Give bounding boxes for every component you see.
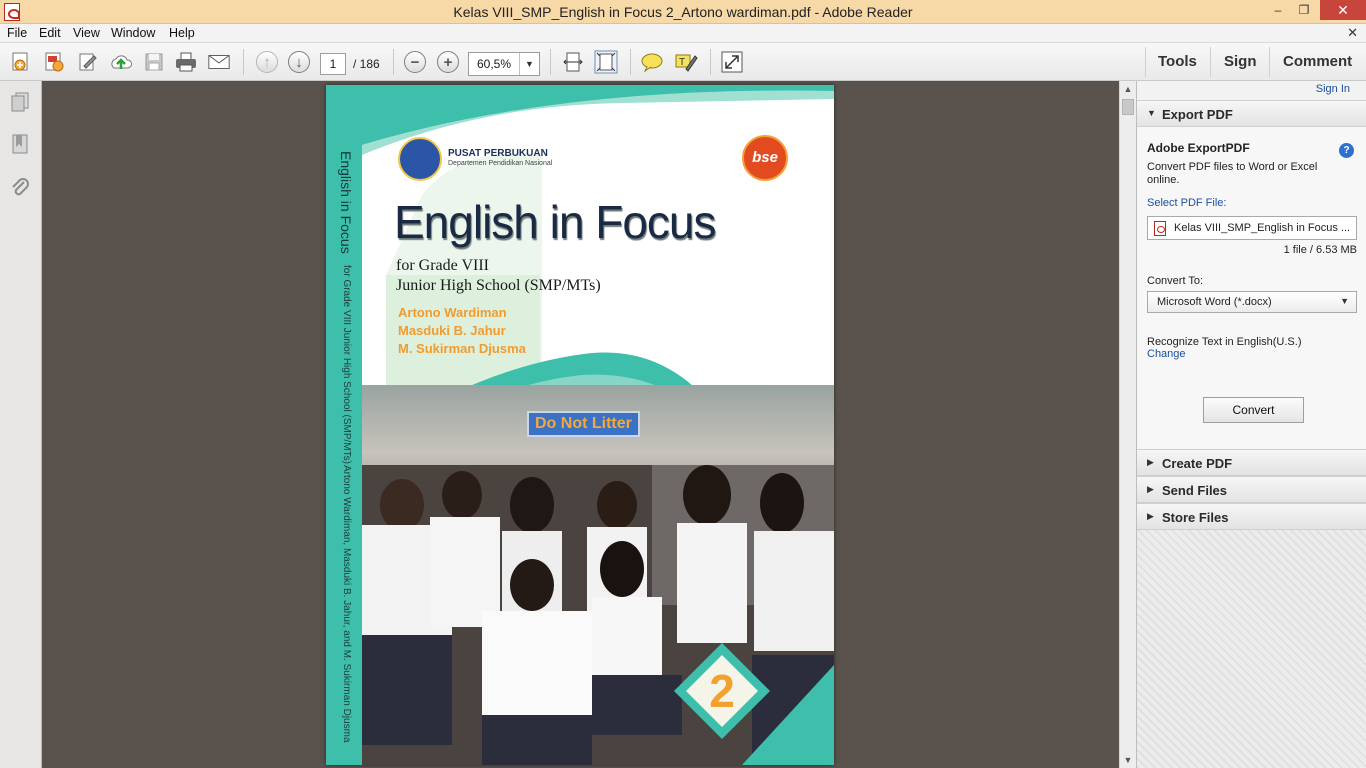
- window-title: Kelas VIII_SMP_English in Focus 2_Artono…: [453, 4, 913, 20]
- fit-page-icon[interactable]: [594, 50, 618, 74]
- change-language-link[interactable]: Change: [1147, 348, 1186, 360]
- selected-pdf-file[interactable]: Kelas VIII_SMP_English in Focus ...: [1147, 216, 1357, 240]
- fit-width-icon[interactable]: [561, 51, 585, 73]
- do-not-litter-sign: Do Not Litter: [527, 411, 640, 437]
- convert-to-select[interactable]: Microsoft Word (*.docx) ▼: [1147, 291, 1357, 313]
- send-files-header[interactable]: ▶ Send Files: [1137, 476, 1366, 503]
- export-description-line1: Convert PDF files to Word or Excel: [1147, 161, 1318, 173]
- collapse-triangle-icon: ▼: [1147, 108, 1156, 118]
- selected-file-name: Kelas VIII_SMP_English in Focus ...: [1174, 222, 1351, 234]
- next-page-icon[interactable]: ↓: [287, 51, 311, 73]
- create-pdf-icon[interactable]: [9, 51, 33, 73]
- create-pdf-label: Create PDF: [1162, 456, 1233, 471]
- scroll-thumb[interactable]: [1122, 99, 1134, 115]
- menu-help[interactable]: Help: [169, 26, 195, 40]
- close-document-icon[interactable]: ✕: [1347, 25, 1358, 41]
- cover-author-3: M. Sukirman Djusma: [398, 341, 526, 356]
- menu-window[interactable]: Window: [111, 26, 155, 40]
- cover-author-2: Masduki B. Jahur: [398, 323, 506, 338]
- convert-button[interactable]: Convert: [1203, 397, 1304, 423]
- email-icon[interactable]: [207, 51, 231, 73]
- title-bar: Kelas VIII_SMP_English in Focus 2_Artono…: [0, 0, 1366, 24]
- sign-button[interactable]: Sign: [1224, 53, 1257, 70]
- menu-view[interactable]: View: [73, 26, 100, 40]
- page-total: / 186: [353, 57, 380, 71]
- save-icon[interactable]: [142, 51, 166, 73]
- edit-icon[interactable]: [76, 51, 100, 73]
- chevron-down-icon: ▼: [1340, 296, 1349, 306]
- menu-file[interactable]: File: [7, 26, 27, 40]
- tut-wuri-handayani-logo: [398, 137, 442, 181]
- select-pdf-label: Select PDF File:: [1147, 197, 1227, 209]
- export-pdf-label: Export PDF: [1162, 107, 1233, 122]
- store-files-header[interactable]: ▶ Store Files: [1137, 503, 1366, 530]
- vertical-scrollbar[interactable]: ▲ ▼: [1119, 81, 1136, 768]
- pdf-page: Do Not Litter English in Focus for Grade…: [326, 85, 834, 765]
- convert-to-value: Microsoft Word (*.docx): [1157, 296, 1272, 308]
- zoom-in-icon[interactable]: +: [436, 51, 460, 73]
- bse-badge: bse: [742, 135, 788, 181]
- upload-icon[interactable]: [109, 51, 133, 73]
- file-info: 1 file / 6.53 MB: [1283, 244, 1357, 256]
- comment-button[interactable]: Comment: [1283, 53, 1352, 70]
- svg-text:T: T: [679, 57, 685, 68]
- tools-pane-empty-area: [1137, 530, 1366, 768]
- convert-to-label: Convert To:: [1147, 275, 1204, 287]
- zoom-value: 60,5%: [477, 57, 512, 71]
- cover-author-1: Artono Wardiman: [398, 305, 507, 320]
- sign-in-link[interactable]: Sign In: [1316, 83, 1350, 95]
- cover-school: Junior High School (SMP/MTs): [396, 277, 601, 294]
- spine-subtitle: for Grade VIII Junior High School (SMP/M…: [341, 265, 352, 464]
- minimize-button[interactable]: ‒: [1264, 0, 1292, 20]
- spine-authors: Artono Wardiman, Masduki B. Jahur, and M…: [341, 465, 352, 743]
- grade-number-badge: 2: [674, 643, 770, 739]
- export-pdf-header[interactable]: ▼ Export PDF: [1137, 100, 1366, 127]
- export-description-line2: online.: [1147, 174, 1180, 186]
- pages-icon[interactable]: [10, 91, 30, 113]
- pdf-file-icon: [1154, 221, 1166, 236]
- export-pdf-body: Adobe ExportPDF ? Convert PDF files to W…: [1137, 127, 1366, 449]
- menu-edit[interactable]: Edit: [39, 26, 61, 40]
- tools-button[interactable]: Tools: [1158, 53, 1197, 70]
- expand-triangle-icon: ▶: [1147, 511, 1154, 521]
- zoom-select[interactable]: 60,5% ▼: [468, 52, 540, 76]
- print-icon[interactable]: [174, 51, 198, 73]
- cover-title: English in Focus: [394, 196, 716, 248]
- scroll-up-icon[interactable]: ▲: [1120, 81, 1136, 97]
- document-view[interactable]: Do Not Litter English in Focus for Grade…: [42, 81, 1119, 768]
- chevron-down-icon[interactable]: ▼: [519, 53, 539, 75]
- maximize-button[interactable]: ❐: [1290, 0, 1318, 20]
- spine-title: English in Focus: [338, 151, 354, 254]
- expand-triangle-icon: ▶: [1147, 484, 1154, 494]
- page-number-input[interactable]: 1: [320, 53, 346, 75]
- toolbar: ↑ ↓ 1 / 186 − + 60,5% ▼ T Tools Sign Com…: [0, 43, 1366, 81]
- left-nav-panel: [0, 81, 42, 768]
- scroll-down-icon[interactable]: ▼: [1120, 752, 1136, 768]
- highlight-icon[interactable]: T: [674, 51, 698, 73]
- help-icon[interactable]: ?: [1339, 143, 1354, 158]
- expand-triangle-icon: ▶: [1147, 457, 1154, 467]
- full-screen-icon[interactable]: [720, 51, 744, 73]
- create-pdf-header[interactable]: ▶ Create PDF: [1137, 449, 1366, 476]
- zoom-out-icon[interactable]: −: [403, 51, 427, 73]
- create-pdf-doc-icon[interactable]: [42, 51, 66, 73]
- cover-department: Departemen Pendidikan Nasional: [448, 160, 553, 167]
- grade-number: 2: [709, 665, 735, 717]
- sticky-note-icon[interactable]: [640, 51, 664, 73]
- menu-bar: File Edit View Window Help ✕: [0, 24, 1366, 43]
- close-button[interactable]: ✕: [1320, 0, 1366, 20]
- tools-pane: Sign In ▼ Export PDF Adobe ExportPDF ? C…: [1136, 81, 1366, 768]
- cover-grade: for Grade VIII: [396, 257, 489, 274]
- send-files-label: Send Files: [1162, 483, 1228, 498]
- cover-publisher: PUSAT PERBUKUAN: [448, 148, 548, 159]
- recognize-text-label: Recognize Text in English(U.S.): [1147, 336, 1302, 348]
- attachments-icon[interactable]: [10, 176, 30, 198]
- bookmarks-icon[interactable]: [10, 133, 30, 155]
- store-files-label: Store Files: [1162, 510, 1229, 525]
- prev-page-icon[interactable]: ↑: [255, 51, 279, 73]
- adobe-exportpdf-title: Adobe ExportPDF: [1147, 141, 1250, 155]
